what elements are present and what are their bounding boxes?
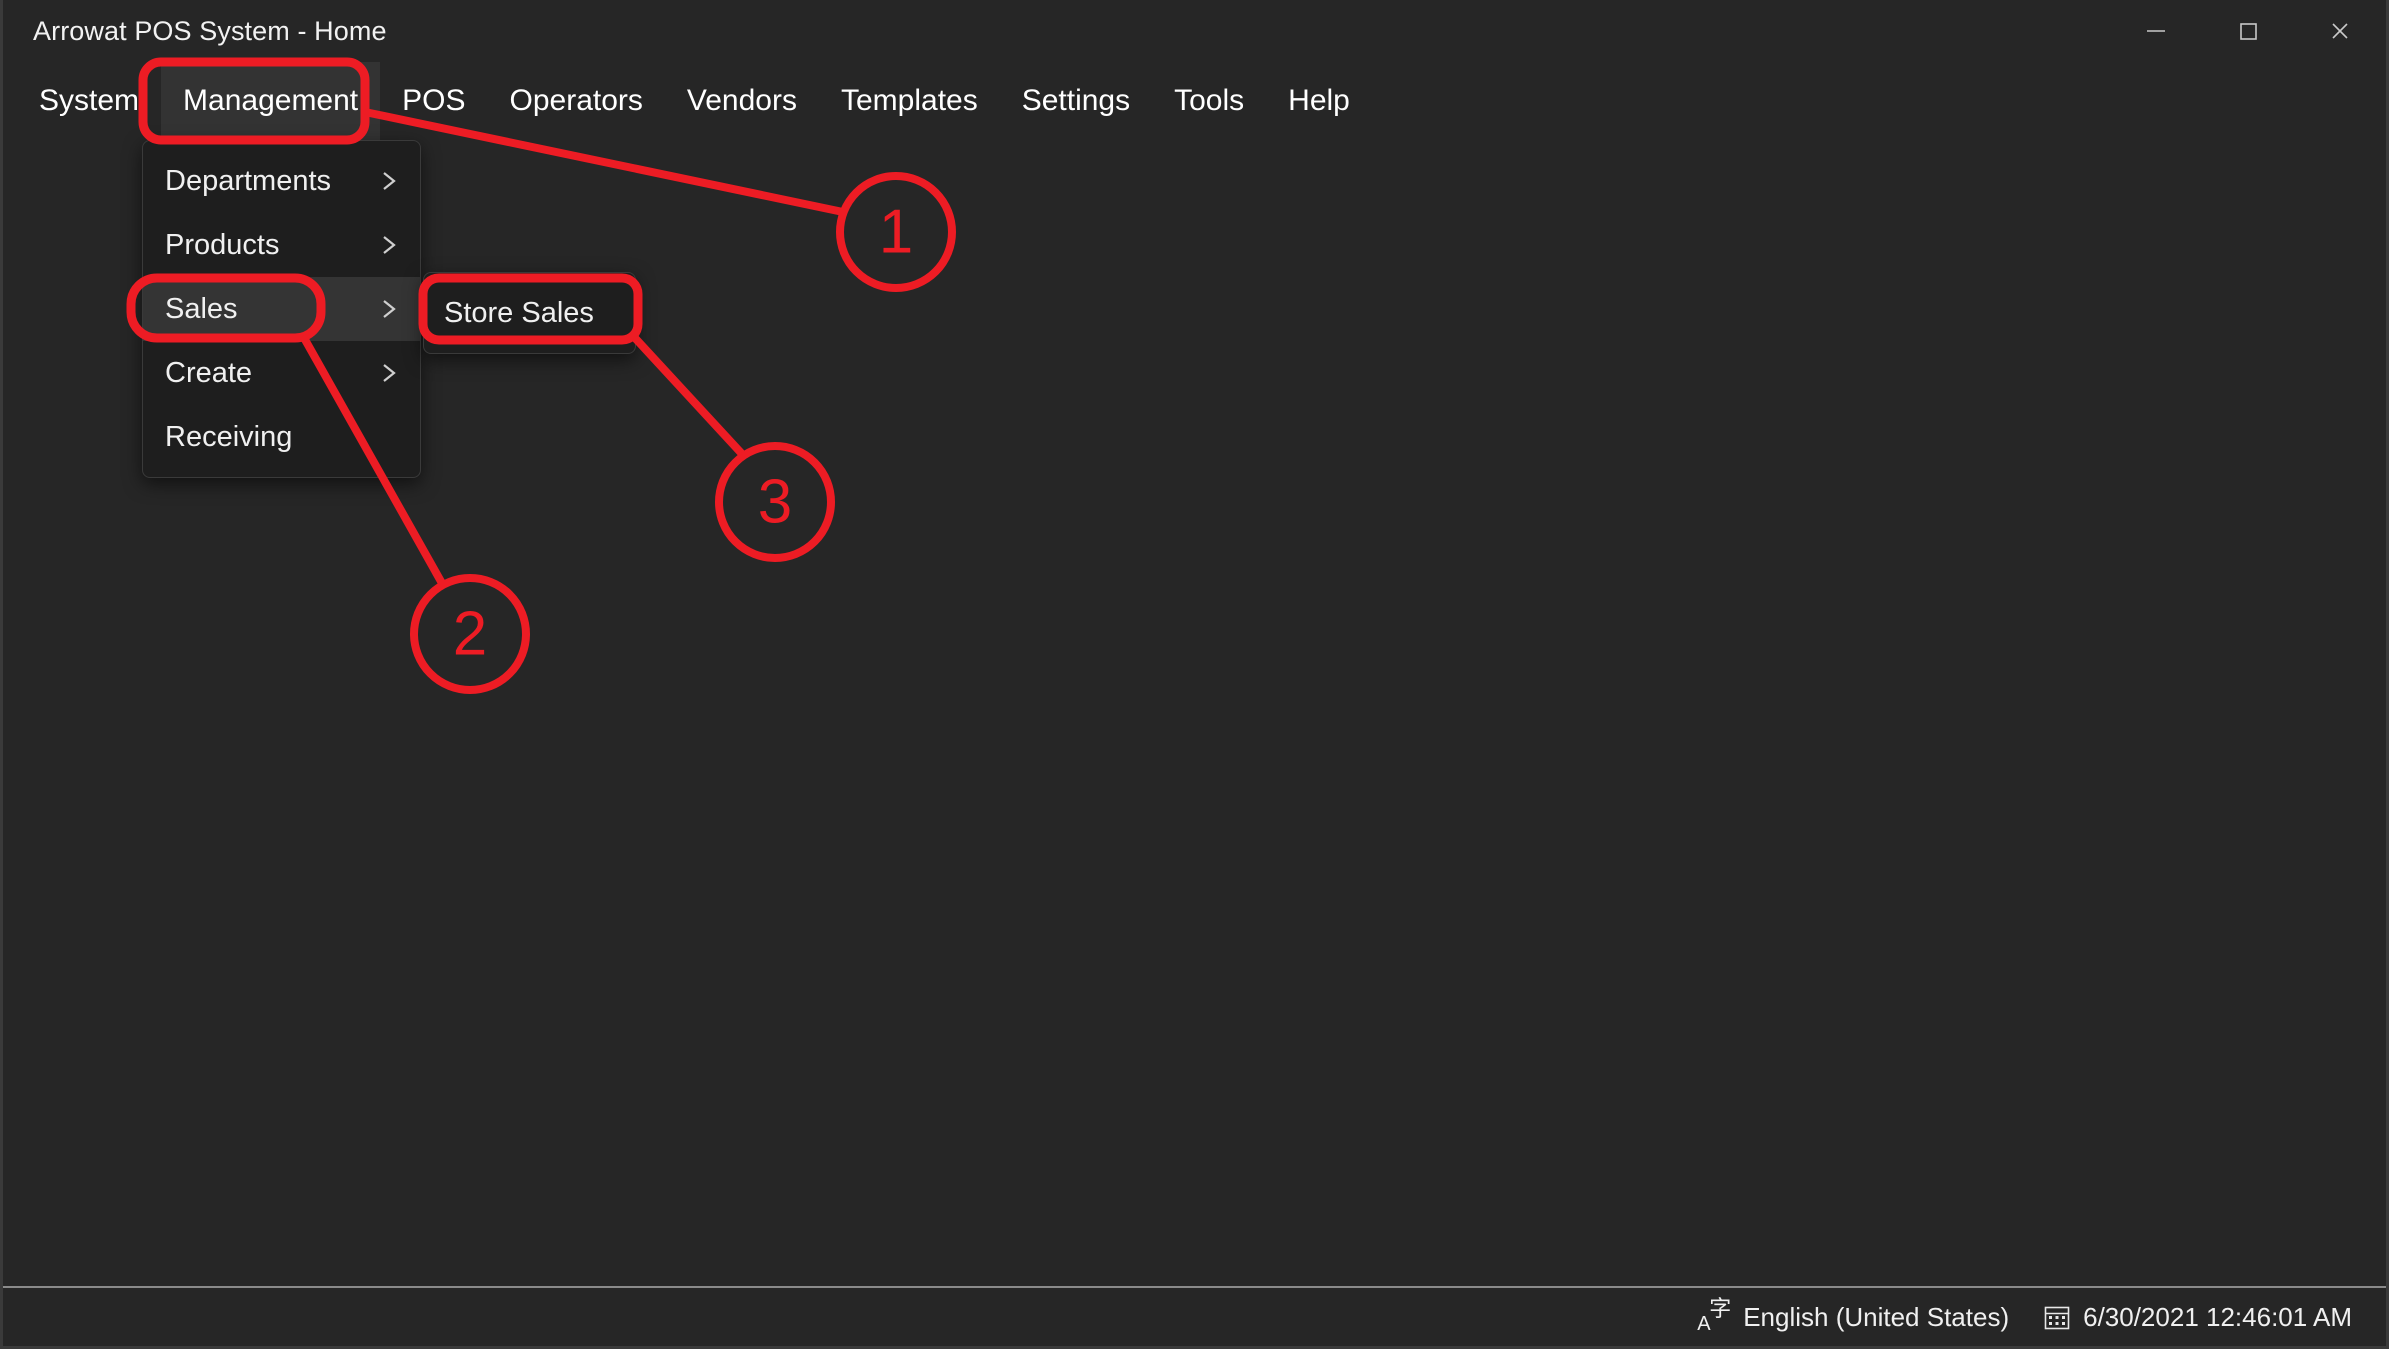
step-circle-2 [410, 574, 530, 694]
minimize-icon [2141, 16, 2171, 46]
menu-item-pos[interactable]: POS [380, 62, 487, 140]
close-button[interactable] [2294, 0, 2386, 62]
language-indicator[interactable]: A字 English (United States) [1697, 1296, 2010, 1335]
title-bar: Arrowat POS System - Home [3, 0, 2386, 62]
dropdown-item-label: Receiving [165, 420, 293, 453]
dropdown-menu-management: Departments Products Sales Create Receiving [142, 140, 421, 478]
menu-item-system[interactable]: System [17, 62, 161, 140]
status-bar: A字 English (United States) 6/30/2021 12:… [3, 1286, 2386, 1346]
dropdown-item-sales[interactable]: Sales [143, 277, 420, 341]
dropdown-item-label: Create [165, 356, 253, 389]
menu-item-templates[interactable]: Templates [819, 62, 1000, 140]
submenu-sales: Store Sales [423, 272, 636, 354]
clock-indicator[interactable]: 6/30/2021 12:46:01 AM [2043, 1302, 2352, 1333]
close-icon [2325, 16, 2355, 46]
dropdown-item-departments[interactable]: Departments [143, 149, 420, 213]
chevron-right-icon [376, 230, 402, 260]
step-number-2: 2 [453, 600, 487, 669]
menu-item-help[interactable]: Help [1266, 62, 1372, 140]
window-controls [2110, 0, 2386, 62]
dropdown-item-label: Sales [165, 292, 238, 325]
menu-item-vendors[interactable]: Vendors [665, 62, 819, 140]
maximize-button[interactable] [2202, 0, 2294, 62]
maximize-icon [2233, 16, 2263, 46]
dropdown-item-products[interactable]: Products [143, 213, 420, 277]
menu-item-tools[interactable]: Tools [1152, 62, 1266, 140]
chevron-right-icon [376, 166, 402, 196]
chevron-right-icon [376, 358, 402, 388]
minimize-button[interactable] [2110, 0, 2202, 62]
window-title: Arrowat POS System - Home [33, 15, 387, 46]
ime-language-icon: A字 [1697, 1296, 1732, 1335]
step-number-1: 1 [879, 198, 913, 267]
chevron-right-icon [376, 294, 402, 324]
step-circle-3 [715, 442, 835, 562]
step-number-3: 3 [758, 468, 792, 537]
menu-bar: System Management POS Operators Vendors Templ… [3, 62, 2386, 140]
application-window: Arrowat POS System - Home System Manageme… [0, 0, 2389, 1349]
leader-line-3 [632, 335, 746, 458]
dropdown-item-label: Products [165, 228, 280, 261]
dropdown-item-receiving[interactable]: Receiving [143, 405, 420, 469]
dropdown-item-create[interactable]: Create [143, 341, 420, 405]
step-circle-1 [836, 172, 956, 292]
submenu-item-label: Store Sales [444, 296, 594, 329]
menu-item-settings[interactable]: Settings [1000, 62, 1152, 140]
language-label: English (United States) [1743, 1301, 2010, 1332]
clock-label: 6/30/2021 12:46:01 AM [2083, 1301, 2352, 1332]
calendar-icon [2043, 1303, 2071, 1331]
submenu-item-store-sales[interactable]: Store Sales [424, 281, 635, 345]
dropdown-item-label: Departments [165, 164, 332, 197]
menu-item-management[interactable]: Management [161, 62, 381, 140]
menu-item-operators[interactable]: Operators [488, 62, 665, 140]
